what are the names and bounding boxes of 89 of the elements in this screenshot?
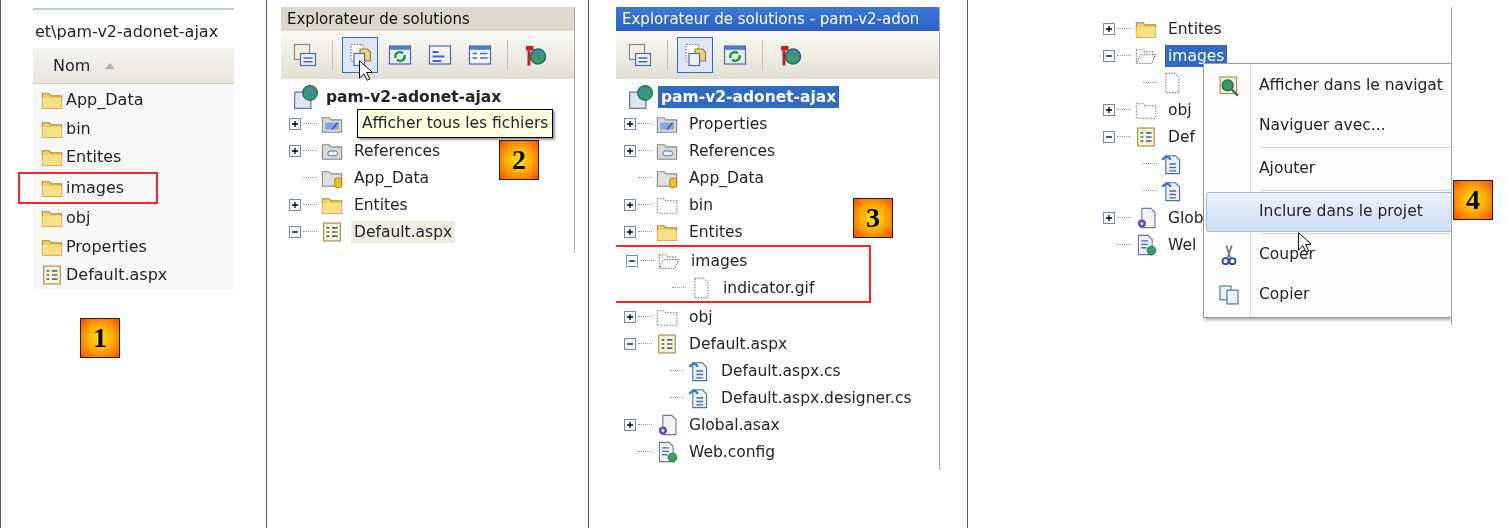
tree-item[interactable]: Global.asax [686, 413, 783, 436]
collapse-icon[interactable] [624, 337, 636, 350]
documents-icon [348, 43, 372, 67]
code-file-icon [688, 359, 710, 382]
project-globe-icon [293, 83, 319, 110]
expand-icon[interactable] [289, 198, 301, 211]
collapse-icon[interactable] [289, 225, 301, 238]
documents-icon [683, 43, 707, 67]
form-view-icon [468, 43, 492, 67]
step-number-badge: 1 [80, 317, 120, 358]
tree-item[interactable]: References [686, 139, 779, 162]
web-form-icon [656, 332, 678, 355]
panel-title: Explorateur de solutions [281, 7, 574, 31]
tree-item[interactable]: images [688, 249, 751, 272]
globe-hammer-icon [778, 43, 802, 67]
expand-icon[interactable] [624, 418, 636, 431]
tooltip: Afficher tous les fichiers [357, 109, 554, 139]
tree-item[interactable]: App_Data [351, 166, 433, 189]
tree-item[interactable]: images [1165, 44, 1228, 67]
window-list-icon [628, 43, 652, 67]
globe-magnifier-icon [1218, 75, 1240, 97]
expand-icon[interactable] [1103, 22, 1115, 35]
tree-item[interactable]: obj [686, 305, 716, 328]
toolbar-button[interactable] [677, 37, 713, 73]
window-list-icon [293, 43, 317, 67]
menu-item[interactable]: Copier [1206, 275, 1451, 315]
expand-icon[interactable] [624, 310, 636, 323]
code-view-icon [428, 43, 452, 67]
file-name[interactable]: bin [66, 116, 91, 141]
tree-item[interactable]: Default.aspx.cs [718, 359, 844, 382]
menu-item[interactable]: Naviguer avec... [1206, 106, 1451, 146]
tree-item[interactable]: Default.aspx [686, 332, 791, 355]
tree-item[interactable]: pam-v2-adonet-ajax [323, 85, 505, 108]
tree-item[interactable]: bin [686, 193, 716, 216]
expand-icon[interactable] [624, 144, 636, 157]
refresh-icon [723, 43, 747, 67]
tree-item[interactable]: Def [1165, 125, 1198, 148]
config-file-icon [656, 440, 678, 463]
menu-item[interactable]: Couper [1206, 235, 1451, 275]
web-form-icon [41, 264, 63, 287]
expand-icon[interactable] [289, 117, 301, 130]
tree-item[interactable]: Entites [1165, 17, 1225, 40]
expand-icon[interactable] [289, 144, 301, 157]
gear-file-icon [656, 413, 678, 436]
tree-item[interactable]: Default.aspx [351, 220, 456, 243]
menu-item[interactable]: Ajouter [1206, 149, 1451, 189]
expand-icon[interactable] [624, 198, 636, 211]
web-form-icon [321, 220, 343, 243]
tree-item[interactable]: Web.config [686, 440, 779, 463]
tree-item[interactable]: obj [1165, 98, 1195, 121]
globe-hammer-icon [523, 43, 547, 67]
gear-file-icon [1135, 206, 1157, 229]
project-globe-icon [628, 83, 654, 110]
menu-item[interactable]: Inclure dans le projet [1206, 192, 1451, 232]
step-number-badge: 4 [1453, 180, 1493, 220]
tree-item[interactable]: pam-v2-adonet-ajax [658, 85, 840, 108]
copy-icon [1218, 284, 1240, 306]
file-name[interactable]: App_Data [66, 88, 144, 113]
expand-icon[interactable] [1103, 103, 1115, 116]
tree-item[interactable]: Default.aspx.designer.cs [718, 386, 915, 409]
file-name[interactable]: Entites [66, 145, 122, 170]
step-number-badge: 3 [853, 198, 893, 238]
code-file-icon [688, 386, 710, 409]
refresh-icon [388, 43, 412, 67]
expand-icon[interactable] [1103, 211, 1115, 224]
tree-item[interactable]: App_Data [686, 166, 768, 189]
panel-title: Explorateur de solutions - pam-v2-adon [616, 7, 939, 31]
step-number-badge: 2 [499, 140, 539, 180]
collapse-icon[interactable] [626, 254, 638, 267]
collapse-icon[interactable] [1103, 130, 1115, 143]
tree-item[interactable]: Glob [1165, 206, 1207, 229]
tree-item[interactable]: Entites [351, 193, 411, 216]
toolbar-button[interactable] [342, 37, 378, 73]
menu-item[interactable]: Afficher dans le navigat [1206, 66, 1451, 106]
tree-item[interactable]: Wel [1165, 233, 1200, 256]
file-name[interactable]: obj [66, 206, 91, 231]
column-header[interactable]: Nom [33, 48, 234, 84]
tree-item[interactable]: indicator.gif [720, 276, 818, 299]
config-file-icon [1135, 233, 1157, 256]
file-name[interactable]: Properties [66, 234, 147, 259]
collapse-icon[interactable] [1103, 49, 1115, 62]
file-name[interactable]: images [66, 175, 125, 200]
file-name[interactable]: Default.aspx [66, 263, 168, 288]
tree-item[interactable]: Properties [686, 112, 771, 135]
web-form-icon [1135, 125, 1157, 148]
expand-icon[interactable] [624, 225, 636, 238]
tree-item[interactable]: References [351, 139, 444, 162]
expand-icon[interactable] [624, 117, 636, 130]
tree-item[interactable]: Entites [686, 220, 746, 243]
